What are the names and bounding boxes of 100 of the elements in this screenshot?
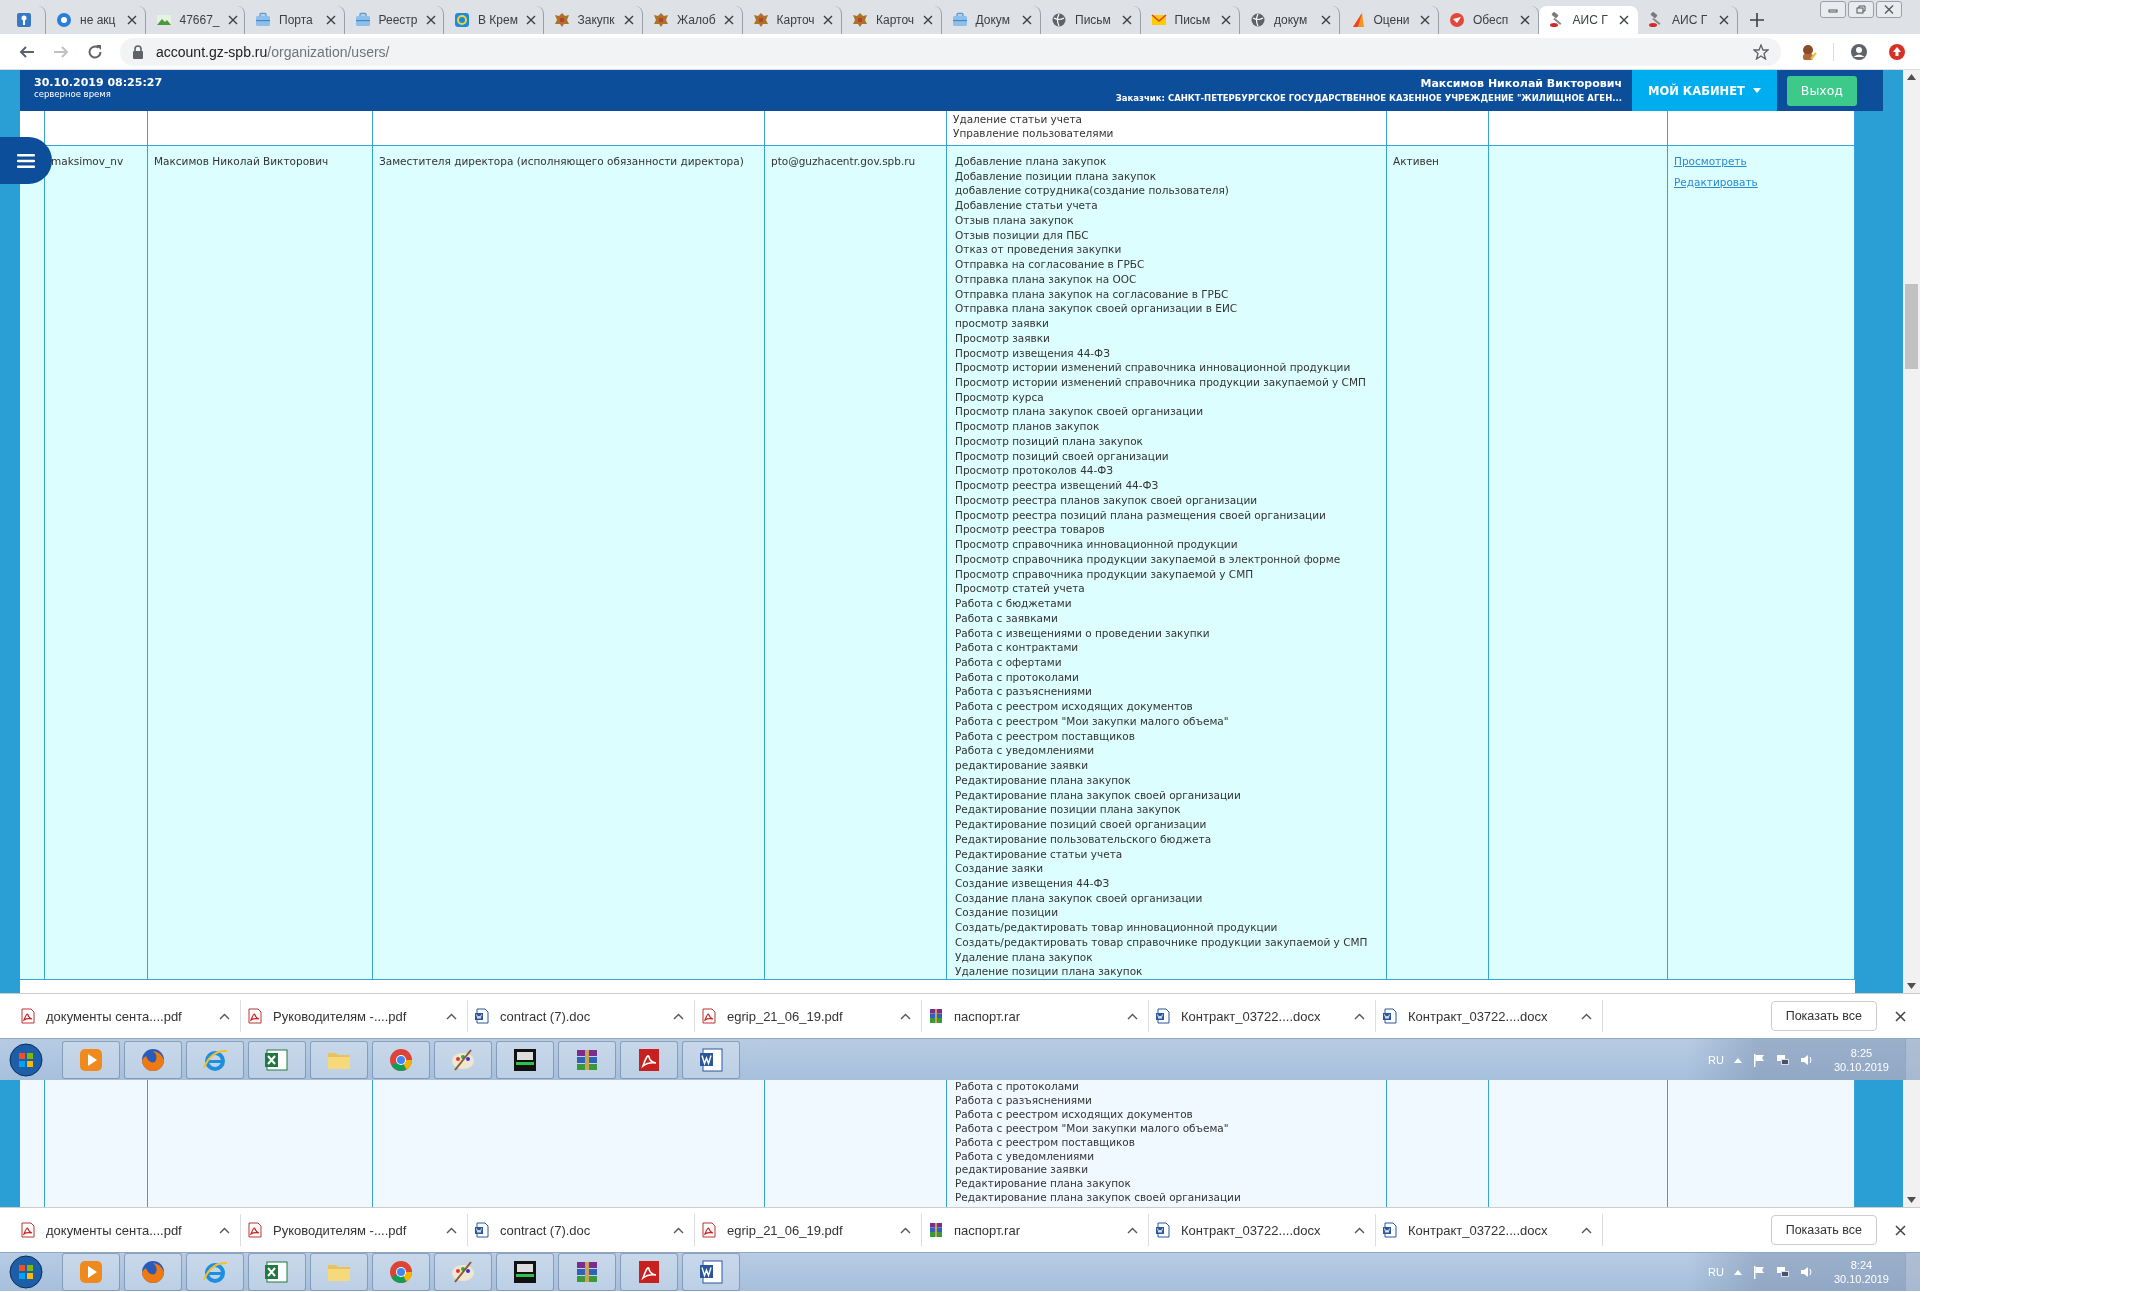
browser-tab[interactable]: АИС Г — [1538, 6, 1638, 34]
permission-item: Редактирование позиции плана закупок — [955, 802, 1182, 818]
profile-icon[interactable] — [1850, 42, 1868, 61]
caret-icon[interactable] — [1581, 1012, 1592, 1020]
permission-item: Работа с реестром "Мои закупки малого объема" — [955, 713, 1230, 729]
datetime-caption: серверное время — [34, 89, 112, 99]
document-file-icon — [1382, 1222, 1398, 1238]
table-cell: Заместителя директора (исполняющего обязанности директора) — [373, 146, 765, 981]
caret-icon[interactable] — [1581, 1226, 1592, 1234]
scroll-down-icon[interactable] — [1907, 1197, 1916, 1203]
caret-icon[interactable] — [900, 1226, 911, 1234]
pdf-file-icon — [701, 1008, 717, 1024]
close-icon[interactable] — [723, 15, 734, 25]
close-icon[interactable] — [1895, 1224, 1906, 1236]
scrollbar[interactable] — [1903, 1080, 1920, 1207]
show-all-button[interactable]: Показать все — [1770, 1215, 1877, 1245]
download-item[interactable]: contract (7).doc — [468, 1000, 695, 1032]
restore-button[interactable] — [1848, 1, 1874, 18]
download-item[interactable]: egrip_21_06_19.pdf — [695, 1000, 922, 1032]
download-item[interactable]: Руководителям -....pdf — [241, 1000, 468, 1032]
caret-icon[interactable] — [1127, 1012, 1138, 1020]
close-icon[interactable] — [1420, 15, 1430, 25]
menu-button[interactable] — [0, 137, 52, 184]
permission-item: Управление пользователями — [953, 126, 1115, 141]
caret-icon[interactable] — [1354, 1012, 1365, 1020]
close-icon[interactable] — [425, 15, 436, 25]
update-icon[interactable] — [1888, 42, 1906, 61]
close-icon[interactable] — [227, 15, 238, 25]
scrollbar-thumb[interactable] — [1905, 284, 1918, 369]
close-icon[interactable] — [624, 15, 634, 25]
new-tab-icon[interactable] — [1749, 13, 1764, 27]
close-icon[interactable] — [1519, 15, 1530, 25]
network-icon[interactable] — [1775, 1052, 1790, 1067]
download-item[interactable]: contract (7).doc — [468, 1214, 695, 1246]
briefcase-icon — [255, 12, 271, 28]
emblem-icon — [752, 12, 769, 28]
landscape-icon — [155, 12, 172, 28]
permission-item: Удаление плана закупок — [955, 949, 1094, 965]
caret-icon[interactable] — [1354, 1226, 1365, 1234]
scroll-up-icon[interactable] — [1907, 74, 1916, 80]
download-item[interactable]: egrip_21_06_19.pdf — [695, 1214, 922, 1246]
download-item[interactable]: документы сента....pdf — [14, 1214, 241, 1246]
download-item[interactable]: Контракт_03722....docx — [1376, 1000, 1603, 1032]
download-item[interactable]: Контракт_03722....docx — [1149, 1000, 1376, 1032]
permission-item: Просмотр справочника продукции закупаемой у СМП — [955, 566, 1255, 582]
close-icon[interactable] — [126, 15, 137, 25]
globe-icon — [139, 1258, 167, 1286]
customer-name: Заказчик: САНКТ-ПЕТЕРБУРГСКОЕ ГОСУДАРСТВЕННОЕ КАЗЕННОЕ УЧРЕЖДЕНИЕ "ЖИЛИЩНОЕ АГЕН... — [1115, 93, 1622, 103]
close-button[interactable] — [1876, 1, 1902, 18]
scroll-down-icon[interactable] — [1907, 983, 1916, 989]
download-item[interactable]: паспорт.rar — [922, 1000, 1149, 1032]
permission-item: Редактирование статьи учета — [955, 846, 1124, 862]
permission-item: Работа с разъяснениями — [955, 684, 1093, 700]
close-icon[interactable] — [1718, 15, 1729, 25]
close-icon[interactable] — [1121, 15, 1132, 25]
caret-icon[interactable] — [446, 1226, 457, 1234]
caret-icon[interactable] — [673, 1012, 684, 1020]
start-orb-icon[interactable] — [8, 1041, 44, 1078]
close-icon — [1884, 5, 1894, 14]
permission-item: Редактирование плана закупок — [955, 1177, 1132, 1192]
close-icon[interactable] — [922, 15, 933, 25]
edit-link[interactable]: Редактировать — [1674, 174, 1758, 190]
download-item[interactable]: документы сента....pdf — [14, 1000, 241, 1032]
close-icon[interactable] — [525, 15, 536, 25]
reload-icon[interactable] — [86, 42, 104, 61]
view-link[interactable]: Просмотреть — [1674, 154, 1747, 169]
permission-item: Отправка плана закупок на согласование в ГРБС — [955, 286, 1230, 302]
close-icon[interactable] — [823, 15, 833, 25]
close-icon[interactable] — [1320, 15, 1331, 25]
permission-item: Работа с реестром поставщиков — [955, 728, 1136, 744]
address-field[interactable]: account.gz-spb.ru/organization/users/ — [120, 37, 1781, 66]
caret-icon[interactable] — [900, 1012, 911, 1020]
caret-icon[interactable] — [219, 1226, 230, 1234]
globe-icon — [56, 12, 72, 28]
permission-item: Работа с офертами — [955, 654, 1063, 670]
document-file-icon — [1155, 1222, 1171, 1238]
show-all-button[interactable]: Показать все — [1770, 1001, 1877, 1031]
network-icon[interactable] — [1775, 1265, 1790, 1279]
scrollbar[interactable] — [1903, 70, 1920, 993]
star-icon[interactable] — [1753, 43, 1769, 60]
caret-icon[interactable] — [1127, 1226, 1138, 1234]
start-orb-icon[interactable] — [8, 1254, 44, 1290]
close-icon[interactable] — [1221, 15, 1231, 25]
permission-item: Редактирование плана закупок своей организации — [955, 1191, 1242, 1206]
taskbar-button[interactable] — [682, 1253, 740, 1291]
caret-icon[interactable] — [219, 1012, 230, 1020]
caret-icon[interactable] — [673, 1226, 684, 1234]
close-icon[interactable] — [1022, 15, 1032, 25]
download-item[interactable]: паспорт.rar — [922, 1214, 1149, 1246]
caret-icon[interactable] — [446, 1012, 457, 1020]
download-item[interactable]: Контракт_03722....docx — [1149, 1214, 1376, 1246]
taskbar-button[interactable] — [496, 1040, 554, 1079]
taskbar-button[interactable] — [496, 1253, 554, 1291]
download-item[interactable]: Контракт_03722....docx — [1376, 1214, 1603, 1246]
close-icon[interactable] — [325, 15, 336, 25]
download-item[interactable]: Руководителям -....pdf — [241, 1214, 468, 1246]
close-icon[interactable] — [1619, 15, 1629, 25]
close-icon[interactable] — [1895, 1010, 1906, 1022]
permission-item: Работа с протоколами — [955, 1080, 1080, 1094]
taskbar-button[interactable] — [682, 1040, 740, 1079]
